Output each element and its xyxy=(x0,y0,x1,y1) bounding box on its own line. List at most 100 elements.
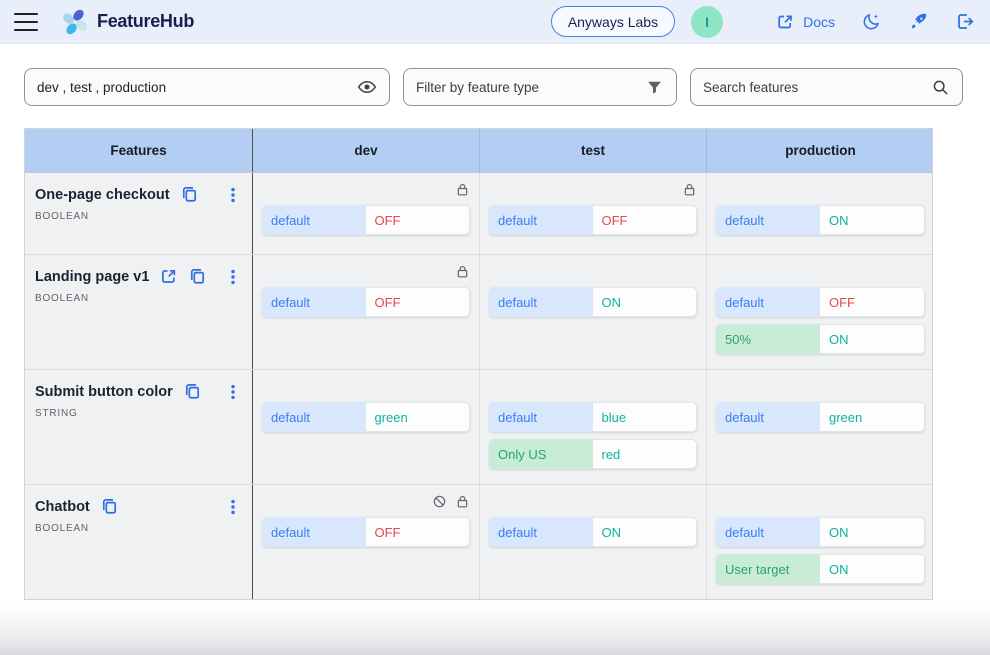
cell-status-icons xyxy=(716,493,925,510)
strategy-chip[interactable]: default xyxy=(716,205,820,235)
strategy-value[interactable]: blue xyxy=(592,402,697,432)
strategy-value[interactable]: ON xyxy=(592,287,697,317)
feature-menu-button[interactable] xyxy=(224,268,242,286)
feature-type-filter[interactable]: Filter by feature type xyxy=(403,68,677,106)
strategy-value[interactable]: ON xyxy=(592,517,697,547)
strategy-chip[interactable]: 50% xyxy=(716,324,820,354)
strategy-row: default green xyxy=(262,402,470,432)
copy-feature-key-icon[interactable] xyxy=(100,497,119,516)
strategy-row: default OFF xyxy=(716,287,925,317)
feature-menu-button[interactable] xyxy=(224,186,242,204)
strategy-value[interactable]: green xyxy=(820,402,925,432)
strategy-row: 50% ON xyxy=(716,324,925,354)
dark-mode-toggle[interactable] xyxy=(861,11,882,32)
search-icon xyxy=(931,78,950,97)
strategy-value[interactable]: green xyxy=(365,402,470,432)
portfolio-selector-button[interactable]: Anyways Labs xyxy=(550,6,676,37)
user-avatar[interactable]: I xyxy=(691,5,724,38)
strategy-row: User target ON xyxy=(716,554,925,584)
strategy-value[interactable]: red xyxy=(592,439,697,469)
copy-feature-key-icon[interactable] xyxy=(188,267,207,286)
feature-table-header: Features dev test production xyxy=(25,129,932,172)
strategy-row: default blue xyxy=(489,402,697,432)
lock-icon[interactable] xyxy=(455,494,470,509)
feature-name-row: One-page checkout xyxy=(35,185,242,204)
whats-new-button[interactable] xyxy=(908,11,929,32)
strategy-chip[interactable]: Only US xyxy=(489,439,593,469)
brand-logo: FeatureHub xyxy=(60,7,194,37)
feature-menu-button[interactable] xyxy=(224,498,242,516)
copy-feature-key-icon[interactable] xyxy=(180,185,199,204)
feature-name: Landing page v1 xyxy=(35,268,150,285)
copy-feature-key-icon[interactable] xyxy=(183,382,202,401)
column-header-test: test xyxy=(480,129,707,172)
lock-icon[interactable] xyxy=(455,264,470,279)
table-row: Landing page v1 BOOLEAN default OFF default O… xyxy=(25,254,932,369)
strategy-chip[interactable]: default xyxy=(262,517,366,547)
strategy-chip[interactable]: default xyxy=(262,205,366,235)
strategy-row: default ON xyxy=(716,517,925,547)
page-bottom-gradient xyxy=(0,605,990,655)
strategy-chip[interactable]: default xyxy=(262,402,366,432)
column-header-dev: dev xyxy=(253,129,480,172)
strategy-value[interactable]: OFF xyxy=(365,287,470,317)
strategy-value[interactable]: OFF xyxy=(592,205,697,235)
cell-status-icons xyxy=(716,181,925,198)
feature-cell: Submit button color STRING xyxy=(25,370,253,484)
strategy-chip[interactable]: default xyxy=(489,205,593,235)
external-link-icon xyxy=(775,12,795,32)
strategy-chip[interactable]: default xyxy=(716,517,820,547)
lock-icon[interactable] xyxy=(682,182,697,197)
sign-out-icon xyxy=(955,11,976,32)
environment-cell: default OFF 50% ON xyxy=(707,255,934,369)
eye-icon[interactable] xyxy=(357,77,377,97)
environment-cell: default green xyxy=(253,370,480,484)
strategy-chip[interactable]: default xyxy=(489,287,593,317)
feature-cell: Chatbot BOOLEAN xyxy=(25,485,253,599)
environments-selector[interactable]: dev , test , production xyxy=(24,68,390,106)
cell-status-icons xyxy=(489,181,697,198)
rocket-icon xyxy=(908,11,929,32)
search-placeholder: Search features xyxy=(703,79,799,95)
lock-icon[interactable] xyxy=(455,182,470,197)
strategy-chip[interactable]: default xyxy=(489,517,593,547)
strategy-chip[interactable]: User target xyxy=(716,554,820,584)
environment-cell: default ON xyxy=(480,255,707,369)
sign-out-button[interactable] xyxy=(955,11,976,32)
feature-name-row: Chatbot xyxy=(35,497,242,516)
strategy-chip[interactable]: default xyxy=(716,402,820,432)
brand-name: FeatureHub xyxy=(97,11,195,31)
feature-type-placeholder: Filter by feature type xyxy=(416,79,540,95)
feature-external-link-icon[interactable] xyxy=(159,267,178,286)
strategy-chip[interactable]: default xyxy=(489,402,593,432)
feature-table: Features dev test production One-page ch… xyxy=(24,128,933,600)
environments-value: dev , test , production xyxy=(37,79,167,95)
strategy-value[interactable]: ON xyxy=(820,324,925,354)
strategy-value[interactable]: ON xyxy=(820,517,925,547)
column-header-features: Features xyxy=(25,129,253,172)
strategy-row: default OFF xyxy=(262,517,470,547)
strategy-value[interactable]: ON xyxy=(820,205,925,235)
strategy-value[interactable]: OFF xyxy=(365,205,470,235)
filters-bar: dev , test , production Filter by featur… xyxy=(0,44,990,106)
strategy-chip[interactable]: default xyxy=(262,287,366,317)
docs-link[interactable]: Docs xyxy=(775,12,835,32)
cell-status-icons xyxy=(716,378,925,395)
environment-cell: default ON xyxy=(480,485,707,599)
search-features-input[interactable]: Search features xyxy=(690,68,963,106)
strategy-row: default ON xyxy=(489,287,697,317)
strategy-value[interactable]: ON xyxy=(820,554,925,584)
cell-status-icons xyxy=(716,263,925,280)
feature-menu-button[interactable] xyxy=(224,383,242,401)
strategy-value[interactable]: OFF xyxy=(820,287,925,317)
strategy-value[interactable]: OFF xyxy=(365,517,470,547)
table-row: One-page checkout BOOLEAN default OFF defaul… xyxy=(25,172,932,254)
cell-status-icons xyxy=(262,181,470,198)
strategy-row: default ON xyxy=(489,517,697,547)
menu-button[interactable] xyxy=(14,12,38,31)
featurehub-logo-icon xyxy=(60,7,90,37)
strategy-row: default OFF xyxy=(489,205,697,235)
filter-funnel-icon xyxy=(645,78,664,97)
strategy-chip[interactable]: default xyxy=(716,287,820,317)
feature-type-label: BOOLEAN xyxy=(35,211,89,222)
